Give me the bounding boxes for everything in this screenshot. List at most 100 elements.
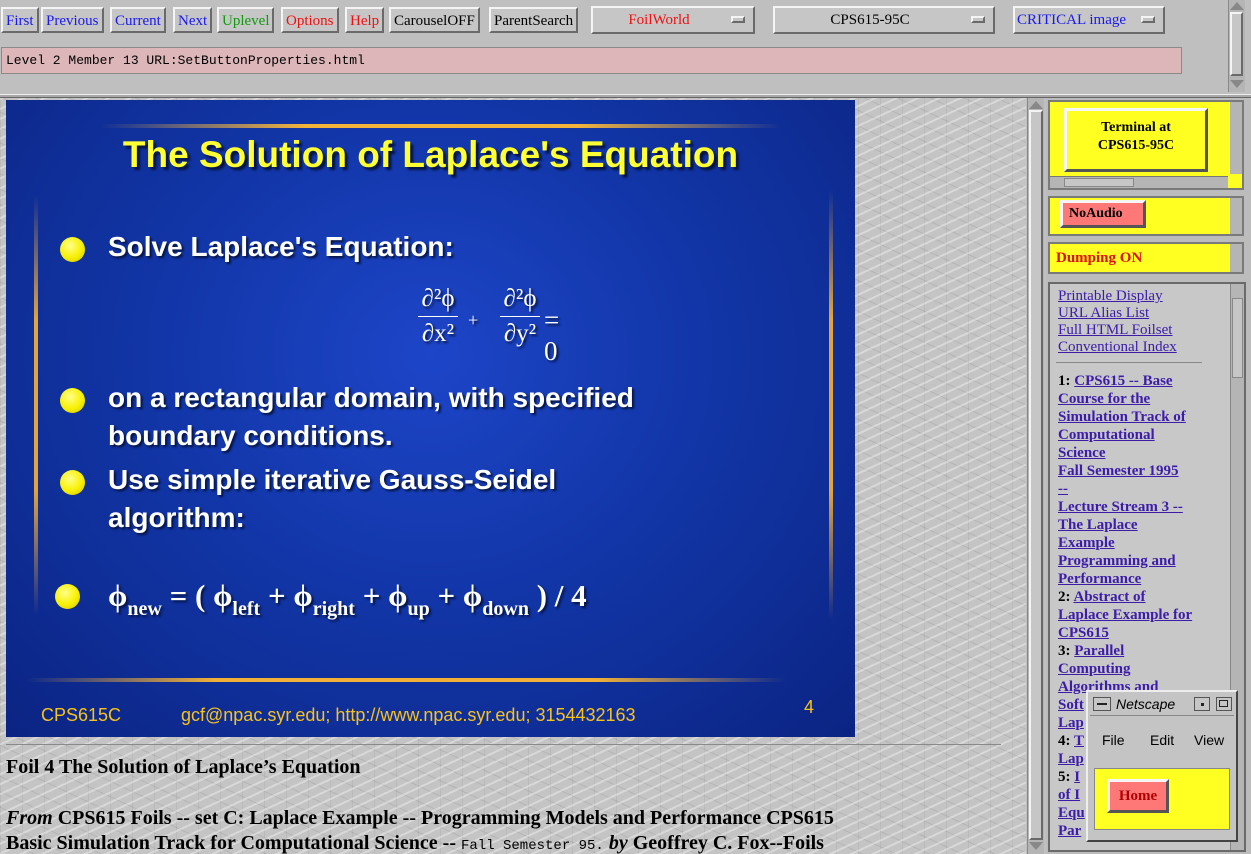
foilworld-select-value: FoilWorld <box>628 12 690 28</box>
foil-link[interactable]: The Laplace <box>1058 517 1138 533</box>
scroll-down-icon[interactable] <box>1029 842 1043 850</box>
toolbar-scrollbar[interactable] <box>1228 0 1245 92</box>
frame-hscrollbar[interactable] <box>1050 176 1228 188</box>
foil-link[interactable]: T <box>1074 733 1084 749</box>
foil-link[interactable]: I <box>1074 769 1080 785</box>
current-button[interactable]: Current <box>110 7 166 33</box>
foil-link[interactable]: Lecture Stream 3 -- <box>1058 499 1183 515</box>
dumping-status[interactable]: Dumping ON <box>1056 250 1142 267</box>
foil-list-item[interactable]: 4: T Lap <box>1058 732 1084 768</box>
foil-link[interactable]: Computational <box>1058 427 1155 443</box>
terminal-frame: Terminal at CPS615-95C <box>1048 100 1244 190</box>
foil-link[interactable]: Science <box>1058 445 1105 461</box>
foil-link[interactable]: Lap <box>1058 751 1084 767</box>
foil-link[interactable]: Performance <box>1058 571 1141 587</box>
foil-link[interactable]: CPS615 -- Base <box>1074 373 1172 389</box>
next-button[interactable]: Next <box>173 7 213 33</box>
operator: + <box>260 578 294 613</box>
netscape-popup-window[interactable]: Netscape File Edit View Home <box>1086 690 1238 842</box>
foil-link[interactable]: Parallel <box>1074 643 1124 659</box>
subscript: down <box>482 598 529 620</box>
foil-link[interactable]: CPS615 <box>1058 625 1109 641</box>
foil-link[interactable]: Abstract of <box>1073 589 1145 605</box>
foil-link[interactable]: of I <box>1058 787 1080 803</box>
scrollbar-thumb[interactable] <box>1230 12 1243 76</box>
options-button[interactable]: Options <box>281 7 339 33</box>
foil-link[interactable]: Fall Semester 1995 <box>1058 463 1179 479</box>
foil-list-item[interactable]: 1: CPS615 -- Base Course for the Simulat… <box>1058 372 1186 588</box>
fraction-y: ∂²ϕ ∂y² <box>500 284 540 349</box>
bullet-icon <box>55 584 80 609</box>
slide-bullet-text: algorithm: <box>108 502 245 533</box>
phi-symbol: ϕ <box>108 578 128 613</box>
source-text: Basic Simulation Track for Computational… <box>6 832 461 854</box>
foil-link[interactable]: Simulation Track of <box>1058 409 1186 425</box>
course-select[interactable]: CPS615-95C <box>773 6 995 34</box>
phi-symbol: ϕ <box>293 578 313 613</box>
url-status-field: Level 2 Member 13 URL:SetButtonPropertie… <box>1 47 1182 74</box>
foil-link[interactable]: Par <box>1058 823 1081 839</box>
foil-link[interactable]: Soft <box>1058 697 1084 713</box>
conventional-index-link[interactable]: Conventional Index <box>1058 339 1177 356</box>
first-button[interactable]: First <box>1 7 39 33</box>
by-label: by <box>603 832 628 854</box>
subscript: up <box>407 598 430 620</box>
window-menu-icon[interactable] <box>1093 697 1111 711</box>
image-mode-select[interactable]: CRITICAL image <box>1013 6 1165 34</box>
maximize-icon[interactable] <box>1216 697 1232 711</box>
foil-link[interactable]: Equ <box>1058 805 1085 821</box>
operator: + <box>429 578 463 613</box>
denominator: ∂y² <box>503 320 537 347</box>
foil-source-text: From CPS615 Foils -- set C: Laplace Exam… <box>6 806 834 854</box>
printable-display-link[interactable]: Printable Display <box>1058 288 1163 305</box>
scroll-up-icon[interactable] <box>1230 2 1244 10</box>
frame-scrollbar[interactable] <box>1230 102 1242 174</box>
foil-link[interactable]: Computing <box>1058 661 1131 677</box>
slide-bullet-text: boundary conditions. <box>108 420 393 451</box>
foil-list-item[interactable]: 2: Abstract of Laplace Example for CPS61… <box>1058 588 1192 642</box>
scroll-up-icon[interactable] <box>1029 101 1043 109</box>
foil-link[interactable]: Example <box>1058 535 1115 551</box>
slide-footer-contact: gcf@npac.syr.edu; http://www.npac.syr.ed… <box>181 705 636 725</box>
popup-titlebar[interactable]: Netscape <box>1090 694 1234 716</box>
scrollbar-thumb[interactable] <box>1064 178 1134 187</box>
minimize-icon[interactable] <box>1194 697 1210 711</box>
foil-link[interactable]: Lap <box>1058 715 1084 731</box>
foil-list-item[interactable]: 5: I of I Equ Par <box>1058 768 1085 840</box>
previous-button[interactable]: Previous <box>41 7 104 33</box>
scrollbar-thumb[interactable] <box>1029 110 1043 840</box>
dropdown-indicator-icon <box>971 16 985 23</box>
terminal-label: CPS615-95C <box>1097 138 1175 153</box>
frame-scrollbar[interactable] <box>1230 198 1242 234</box>
foil-caption: Foil 4 The Solution of Laplace’s Equatio… <box>6 756 361 778</box>
slide-bullet-text: Solve Laplace's Equation: <box>108 231 454 262</box>
noaudio-button[interactable]: NoAudio <box>1060 200 1146 228</box>
menu-file[interactable]: File <box>1102 732 1125 748</box>
content-scrollbar[interactable] <box>1027 98 1044 854</box>
foil-link[interactable]: Laplace Example for <box>1058 607 1192 623</box>
scroll-down-icon[interactable] <box>1230 80 1244 88</box>
url-alias-list-link[interactable]: URL Alias List <box>1058 305 1149 322</box>
fraction-bar <box>418 316 458 317</box>
parent-search-button[interactable]: ParentSearch <box>489 7 579 33</box>
menu-view[interactable]: View <box>1194 732 1224 748</box>
subscript: left <box>232 598 261 620</box>
semester-text: Fall Semester 95. <box>461 838 604 854</box>
carousel-off-button[interactable]: CarouselOFF <box>389 7 480 33</box>
slide-page-number: 4 <box>804 697 815 717</box>
menu-edit[interactable]: Edit <box>1150 732 1174 748</box>
terminal-button[interactable]: Terminal at CPS615-95C <box>1064 108 1208 172</box>
full-html-foilset-link[interactable]: Full HTML Foilset <box>1058 322 1172 339</box>
scrollbar-thumb[interactable] <box>1232 298 1243 378</box>
foil-number: 2: <box>1058 589 1071 605</box>
frame-scrollbar[interactable] <box>1230 244 1242 272</box>
foil-link[interactable]: Course for the <box>1058 391 1150 407</box>
foil-link[interactable]: Programming and <box>1058 553 1176 569</box>
home-button[interactable]: Home <box>1107 779 1169 813</box>
foil-number: 4: <box>1058 733 1071 749</box>
foil-link[interactable]: -- <box>1058 481 1068 497</box>
help-button[interactable]: Help <box>345 7 385 33</box>
uplevel-button[interactable]: Uplevel <box>217 7 275 33</box>
foilworld-select[interactable]: FoilWorld <box>591 6 755 34</box>
home-frame: Home <box>1094 768 1230 830</box>
